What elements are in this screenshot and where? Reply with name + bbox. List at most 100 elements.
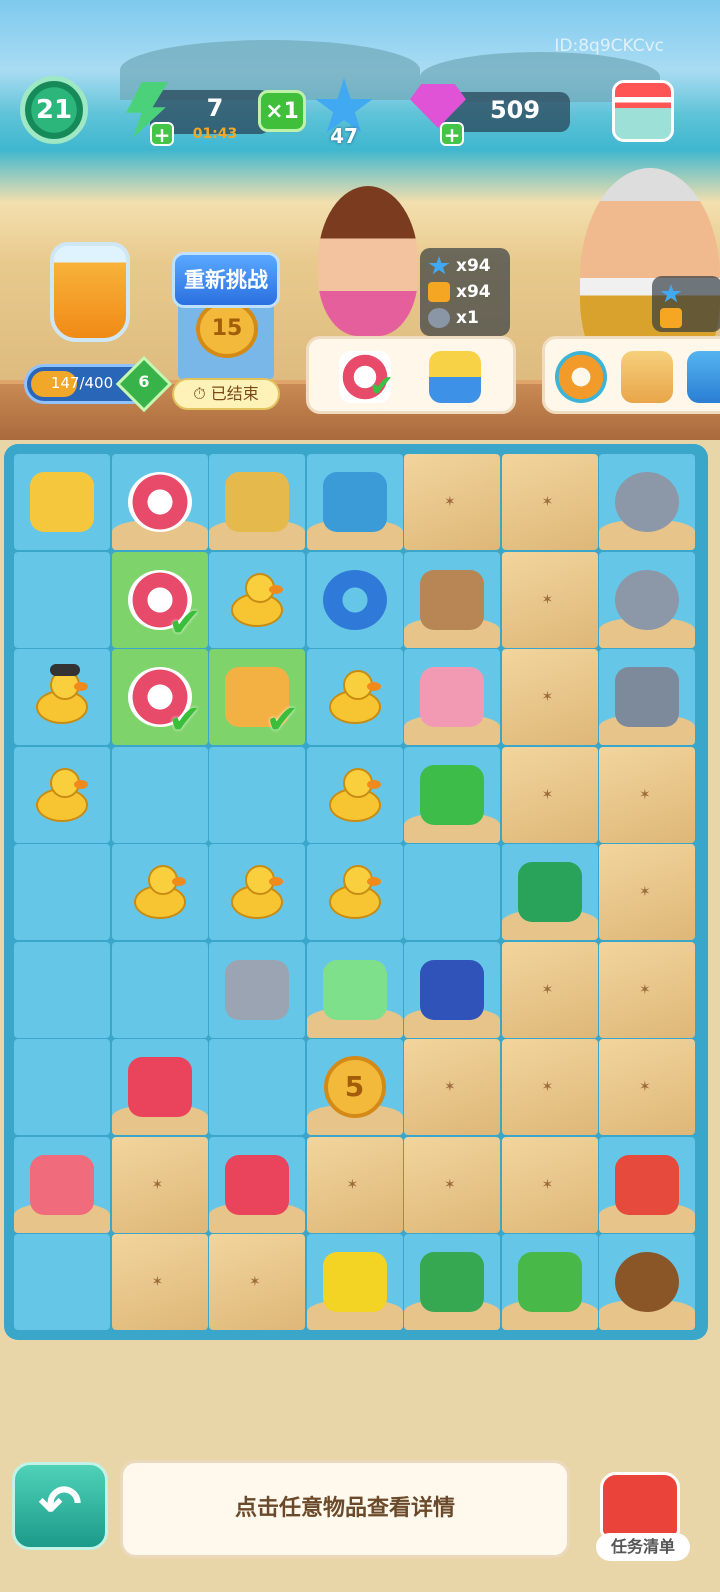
board-cell[interactable] bbox=[306, 454, 403, 550]
sand-shell-mark: ✶ bbox=[444, 1176, 456, 1193]
board-cell[interactable]: ✶ bbox=[209, 1234, 305, 1330]
sand-shell-mark: ✶ bbox=[151, 1274, 164, 1290]
girl-character bbox=[318, 186, 418, 336]
mailbox-icon[interactable] bbox=[600, 1472, 680, 1538]
board-cell[interactable] bbox=[209, 941, 305, 1038]
board-cell[interactable] bbox=[14, 746, 110, 843]
board-cell[interactable]: 5 bbox=[306, 1039, 403, 1135]
board-cell[interactable] bbox=[599, 1136, 695, 1233]
board-cell[interactable] bbox=[599, 551, 695, 648]
board-cell[interactable] bbox=[14, 551, 110, 648]
board-cell[interactable]: ✶ bbox=[599, 746, 695, 843]
board-cell[interactable] bbox=[599, 1234, 695, 1330]
board-cell[interactable] bbox=[306, 941, 403, 1038]
board-cell[interactable]: ✔ bbox=[111, 649, 208, 745]
rock-icon bbox=[615, 569, 679, 630]
board-cell[interactable] bbox=[306, 649, 403, 745]
rubber-duck-icon bbox=[327, 865, 383, 919]
rubber-duck-icon bbox=[327, 670, 383, 724]
add-gems-button[interactable]: + bbox=[440, 122, 464, 146]
order-card-1[interactable]: ✔ bbox=[306, 336, 516, 414]
board-cell[interactable] bbox=[501, 1234, 598, 1330]
task-list-button[interactable]: 任务清单 bbox=[596, 1533, 690, 1561]
energy-timer: 01:43 bbox=[192, 126, 238, 142]
sand-shell-mark: ✶ bbox=[541, 981, 554, 998]
parrot-icon bbox=[322, 472, 387, 532]
board-cell[interactable] bbox=[209, 551, 305, 648]
sand-bucket-icon bbox=[687, 351, 720, 403]
board-cell[interactable] bbox=[306, 746, 403, 843]
board-cell[interactable]: ✶ bbox=[599, 1039, 695, 1135]
board-cell[interactable]: ✔ bbox=[209, 649, 305, 745]
juice-jar-icon[interactable] bbox=[50, 242, 130, 342]
board-cell[interactable]: ✔ bbox=[111, 551, 208, 648]
board-cell[interactable] bbox=[209, 1039, 305, 1135]
user-id: ID:8q9CKCvc bbox=[554, 36, 664, 56]
board-cell[interactable] bbox=[14, 941, 110, 1038]
board-cell[interactable]: ✶ bbox=[111, 1234, 208, 1330]
board-cell[interactable] bbox=[14, 649, 110, 745]
board-cell[interactable] bbox=[404, 1234, 500, 1330]
board-cell[interactable] bbox=[209, 454, 305, 550]
juice-jug-icon bbox=[225, 1154, 289, 1215]
shell-bucket-icon bbox=[621, 351, 673, 403]
board-cell[interactable]: ✶ bbox=[111, 1136, 208, 1233]
back-button[interactable]: ↶ bbox=[12, 1462, 108, 1550]
energy-multiplier-button[interactable]: ×1 bbox=[258, 90, 306, 132]
requirement-stars: x94 bbox=[456, 256, 491, 276]
level-badge[interactable]: 21 bbox=[20, 76, 88, 144]
board-cell[interactable] bbox=[111, 844, 208, 940]
board-cell[interactable] bbox=[501, 844, 598, 940]
board-cell[interactable] bbox=[14, 1234, 110, 1330]
board-cell[interactable] bbox=[404, 941, 500, 1038]
sand-shell-mark: ✶ bbox=[639, 981, 651, 998]
board-cell[interactable]: ✶ bbox=[404, 1136, 500, 1233]
board-cell[interactable]: ✶ bbox=[501, 454, 598, 550]
board-cell[interactable]: ✶ bbox=[501, 551, 598, 648]
sand-shell-mark: ✶ bbox=[541, 1079, 554, 1095]
board-cell[interactable]: ✶ bbox=[501, 746, 598, 843]
board-cell[interactable] bbox=[599, 649, 695, 745]
board-cell[interactable] bbox=[111, 941, 208, 1038]
board-cell[interactable] bbox=[209, 1136, 305, 1233]
board-cell[interactable] bbox=[209, 844, 305, 940]
board-cell[interactable] bbox=[404, 551, 500, 648]
board-cell[interactable] bbox=[306, 844, 403, 940]
star-count: 47 bbox=[330, 124, 358, 148]
board-cell[interactable]: ✶ bbox=[404, 1039, 500, 1135]
rock-plant-icon bbox=[615, 667, 679, 727]
board-cell[interactable]: ✶ bbox=[501, 1136, 598, 1233]
board-cell[interactable] bbox=[404, 746, 500, 843]
sand-shell-mark: ✶ bbox=[639, 786, 651, 803]
retry-challenge-button[interactable]: 重新挑战 bbox=[172, 252, 280, 308]
board-cell[interactable] bbox=[14, 1136, 110, 1233]
board-cell[interactable] bbox=[111, 1039, 208, 1135]
board-cell[interactable] bbox=[111, 454, 208, 550]
board-cell[interactable] bbox=[111, 746, 208, 843]
board-cell[interactable] bbox=[306, 1234, 403, 1330]
board-cell[interactable]: ✶ bbox=[306, 1136, 403, 1233]
board-cell[interactable] bbox=[14, 1039, 110, 1135]
board-cell[interactable]: ✶ bbox=[599, 844, 695, 940]
order-card-2[interactable] bbox=[542, 336, 720, 414]
donut-float-icon bbox=[555, 351, 607, 403]
blue-bird-icon bbox=[420, 959, 484, 1020]
sand-shell-mark: ✶ bbox=[444, 494, 456, 510]
shop-icon[interactable] bbox=[612, 80, 674, 142]
board-cell[interactable]: ✶ bbox=[501, 941, 598, 1038]
board-cell[interactable] bbox=[209, 746, 305, 843]
yellow-flowers-icon bbox=[322, 1252, 387, 1312]
board-cell[interactable] bbox=[14, 844, 110, 940]
board-cell[interactable] bbox=[14, 454, 110, 550]
board-cell[interactable] bbox=[404, 844, 500, 940]
board-cell[interactable] bbox=[404, 649, 500, 745]
juice-icon bbox=[660, 308, 682, 328]
whale-float-icon bbox=[322, 569, 387, 630]
board-cell[interactable] bbox=[306, 551, 403, 648]
order-requirements: x94 x94 x1 bbox=[420, 248, 510, 336]
board-cell[interactable]: ✶ bbox=[501, 1039, 598, 1135]
board-cell[interactable]: ✶ bbox=[599, 941, 695, 1038]
board-cell[interactable] bbox=[599, 454, 695, 550]
board-cell[interactable]: ✶ bbox=[404, 454, 500, 550]
board-cell[interactable]: ✶ bbox=[501, 649, 598, 745]
